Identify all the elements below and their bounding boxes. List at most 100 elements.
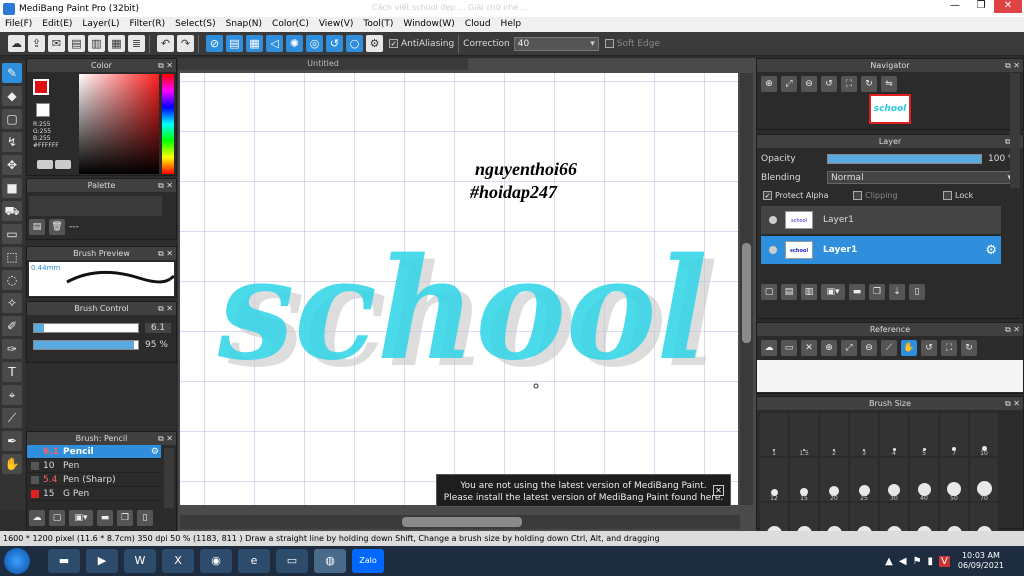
color-saturation-picker[interactable]	[79, 74, 159, 174]
export-icon[interactable]: ⇪	[28, 35, 45, 52]
brush-size-option[interactable]: 1	[760, 413, 788, 457]
action-center-icon[interactable]: ⚑	[913, 556, 922, 567]
brush-menu-icon[interactable]: ▣▾	[69, 510, 93, 526]
softedge-checkbox[interactable]	[604, 39, 614, 48]
layer-item[interactable]: school Layer1	[761, 206, 1001, 234]
brush-item-g-pen[interactable]: 15 G Pen	[27, 487, 161, 501]
undo-icon[interactable]: ↶	[157, 35, 174, 52]
list-icon[interactable]: ≣	[128, 35, 145, 52]
start-button-icon[interactable]	[4, 548, 30, 574]
panel-close-icon[interactable]: ⧉ ✕	[158, 59, 173, 72]
reference-view[interactable]	[757, 360, 1023, 392]
snap-cross-icon[interactable]: ▦	[246, 35, 263, 52]
color-mode-button[interactable]	[37, 160, 53, 169]
window-app-icon[interactable]: ▭	[276, 549, 308, 573]
brush-tool-icon[interactable]: ✎	[2, 63, 22, 83]
brush-size-option[interactable]: 5	[910, 413, 938, 457]
hue-slider[interactable]	[162, 74, 174, 174]
brush-size-option[interactable]: 40	[910, 458, 938, 502]
protect-alpha-checkbox[interactable]: ✓	[763, 191, 772, 200]
snap-radial-icon[interactable]: ✺	[286, 35, 303, 52]
ref-zoom-out-icon[interactable]: ⊖	[861, 340, 877, 356]
gear-icon[interactable]: ⚙	[151, 447, 159, 457]
menu-help[interactable]: Help	[496, 17, 527, 32]
tray-expand-icon[interactable]: ▲	[885, 556, 893, 567]
menu-filter[interactable]: Filter(R)	[125, 17, 171, 32]
brush-size-scrollbar[interactable]	[1010, 73, 1020, 188]
opacity-slider[interactable]	[827, 154, 982, 164]
ref-actual-size-icon[interactable]: ⛶	[941, 340, 957, 356]
ref-open-icon[interactable]: ▭	[781, 340, 797, 356]
chat-icon[interactable]: ✉	[48, 35, 65, 52]
download-brush-icon[interactable]: ☁	[29, 510, 45, 526]
magic-wand-icon[interactable]: ✧	[2, 293, 22, 313]
rotate-right-icon[interactable]: ↻	[861, 76, 877, 92]
select-eraser-icon[interactable]: ✑	[2, 339, 22, 359]
correction-select[interactable]: 40	[513, 36, 599, 51]
brush-size-option[interactable]: 1.5	[790, 413, 818, 457]
brush-list-scrollbar[interactable]	[164, 448, 174, 508]
add-palette-icon[interactable]: ▤	[29, 219, 45, 235]
layer-folder-icon[interactable]: ▬	[849, 284, 865, 300]
snap-curve-icon[interactable]: ↺	[326, 35, 343, 52]
fit-icon[interactable]: ⤢	[781, 76, 797, 92]
snap-settings-icon[interactable]: ⚙	[366, 35, 383, 52]
brush-size-option[interactable]: 10	[970, 413, 998, 457]
divide-tool-icon[interactable]: ⌖	[2, 385, 22, 405]
panel-close-icon[interactable]: ⧉ ✕	[158, 247, 173, 260]
snap-circle-icon[interactable]: ◎	[306, 35, 323, 52]
panel-close-icon[interactable]: ⧉ ✕	[158, 302, 173, 315]
layer-item-selected[interactable]: school Layer1 ⚙	[761, 236, 1001, 264]
internet-explorer-icon[interactable]: e	[238, 549, 270, 573]
zalo-icon[interactable]: Zalo	[352, 549, 384, 573]
fill-rect-icon[interactable]: ■	[2, 178, 22, 198]
new-layer-icon[interactable]: ▢	[761, 284, 777, 300]
pen-tool-icon[interactable]: ✒	[2, 431, 22, 451]
brush-size-option[interactable]: 50	[940, 458, 968, 502]
copy-brush-icon[interactable]: ❐	[117, 510, 133, 526]
ref-zoom-in-icon[interactable]: ⊕	[821, 340, 837, 356]
brush-item-pencil[interactable]: 6.1 Pencil ⚙	[27, 445, 161, 459]
antialias-checkbox[interactable]: ✓	[389, 39, 398, 48]
hand-tool-icon[interactable]: ✋	[2, 454, 22, 474]
menu-file[interactable]: File(F)	[0, 17, 37, 32]
brush-size-value[interactable]: 6.1	[145, 323, 171, 333]
select-tool-icon[interactable]: ⬚	[2, 247, 22, 267]
blending-select[interactable]: Normal▾	[827, 171, 1017, 184]
close-button[interactable]: ✕	[994, 0, 1022, 13]
text-tool-icon[interactable]: T	[2, 362, 22, 382]
update-notification[interactable]: You are not using the latest version of …	[436, 474, 731, 507]
new-8bit-layer-icon[interactable]: ▥	[801, 284, 817, 300]
redo-icon[interactable]: ↷	[177, 35, 194, 52]
antivirus-icon[interactable]: V	[939, 555, 950, 567]
file-explorer-icon[interactable]: ▬	[48, 549, 80, 573]
merge-layer-icon[interactable]: ⇣	[889, 284, 905, 300]
document-tab[interactable]: Untitled	[178, 58, 468, 70]
new-halftone-layer-icon[interactable]: ▤	[781, 284, 797, 300]
eraser-tool-icon[interactable]: ◆	[2, 86, 22, 106]
brush-size-option[interactable]: 30	[880, 458, 908, 502]
ref-cloud-icon[interactable]: ☁	[761, 340, 777, 356]
panel-close-icon[interactable]: ⧉ ✕	[158, 179, 173, 192]
palette-swatches[interactable]	[29, 196, 162, 216]
document-icon[interactable]: ▥	[88, 35, 105, 52]
grid-icon[interactable]: ▦	[108, 35, 125, 52]
gradient-tool-icon[interactable]: ▭	[2, 224, 22, 244]
clock[interactable]: 10:03 AM 06/09/2021	[958, 551, 1004, 571]
zoom-in-icon[interactable]: ⊕	[761, 76, 777, 92]
delete-palette-icon[interactable]: 🗑	[49, 219, 65, 235]
media-player-icon[interactable]: ▶	[86, 549, 118, 573]
ref-rotate-left-icon[interactable]: ↺	[921, 340, 937, 356]
volume-icon[interactable]: ◀	[899, 556, 907, 567]
brush-size-slider[interactable]	[33, 323, 139, 333]
minimize-button[interactable]: —	[942, 0, 968, 13]
horizontal-scrollbar[interactable]	[180, 515, 740, 529]
panel-close-icon[interactable]: ⧉ ✕	[1005, 397, 1020, 410]
brush-item-pen-sharp[interactable]: 5.4 Pen (Sharp)	[27, 473, 161, 487]
menu-window[interactable]: Window(W)	[398, 17, 459, 32]
excel-icon[interactable]: X	[162, 549, 194, 573]
brush-size-option[interactable]: 20	[820, 458, 848, 502]
snap-parallel-icon[interactable]: ▤	[226, 35, 243, 52]
ref-hand-icon[interactable]: ✋	[901, 340, 917, 356]
menu-view[interactable]: View(V)	[314, 17, 359, 32]
